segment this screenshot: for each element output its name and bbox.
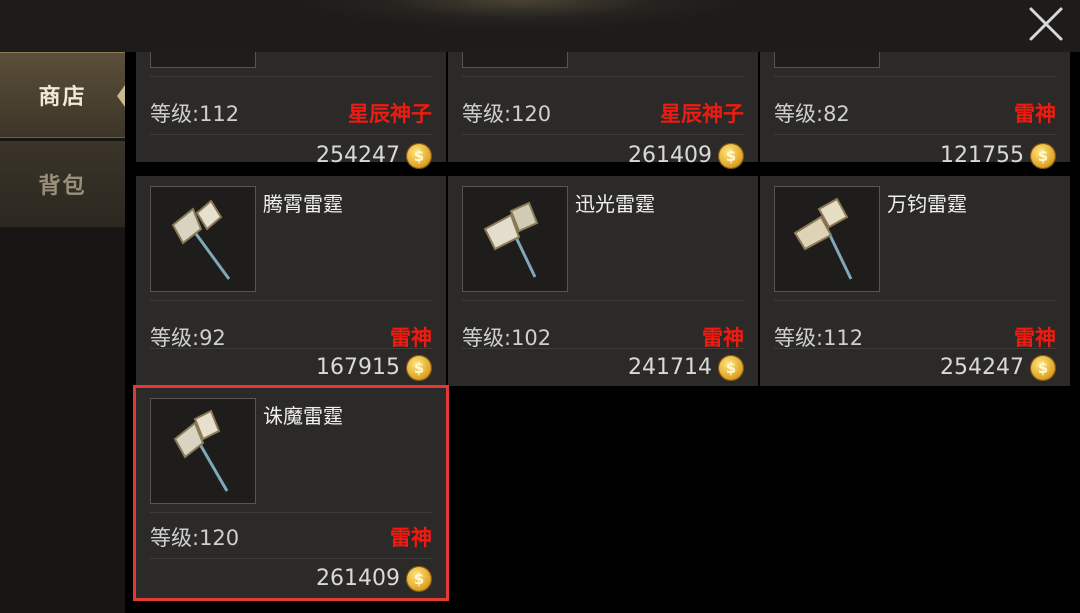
divider	[150, 300, 432, 301]
hammer-weapon-icon	[150, 52, 256, 68]
item-card[interactable]: 迅光雷霆 等级:102 雷神 241714 $	[448, 176, 758, 386]
divider	[462, 300, 744, 301]
item-name: 诛魔雷霆	[263, 404, 343, 428]
active-tab-arrow-icon	[117, 85, 125, 107]
gold-coin-icon: $	[1030, 355, 1056, 381]
shop-window: 商店 背包 等级:112 星辰神子 254247 $ 等级:120 星辰神子 2…	[0, 0, 1080, 613]
divider	[150, 134, 432, 135]
gold-coin-icon: $	[1030, 143, 1056, 169]
divider	[150, 558, 432, 559]
divider	[462, 134, 744, 135]
tab-shop[interactable]: 商店	[0, 52, 125, 138]
hammer-weapon-icon	[150, 186, 256, 292]
item-card[interactable]: 等级:120 星辰神子 261409 $	[448, 52, 758, 169]
item-card[interactable]: 等级:112 星辰神子 254247 $	[136, 52, 446, 169]
item-price: 261409	[316, 566, 400, 591]
item-price: 167915	[316, 355, 400, 380]
gold-coin-icon: $	[406, 143, 432, 169]
hammer-weapon-icon	[774, 186, 880, 292]
item-class-tag: 雷神	[1014, 102, 1056, 126]
divider	[774, 134, 1056, 135]
tab-shop-label: 商店	[38, 85, 87, 110]
top-bar	[0, 0, 1080, 52]
divider	[462, 348, 744, 349]
divider	[774, 348, 1056, 349]
divider	[150, 348, 432, 349]
gold-coin-icon: $	[406, 566, 432, 592]
close-icon[interactable]	[1026, 4, 1066, 44]
item-price: 254247	[940, 355, 1024, 380]
divider	[150, 512, 432, 513]
tab-bag-label: 背包	[38, 174, 87, 199]
item-level: 等级:82	[774, 102, 850, 126]
divider	[774, 76, 1056, 77]
hammer-weapon-icon	[150, 398, 256, 504]
divider	[462, 76, 744, 77]
sidebar: 商店 背包	[0, 52, 125, 613]
divider	[774, 300, 1056, 301]
item-price: 241714	[628, 355, 712, 380]
item-name: 迅光雷霆	[575, 192, 655, 216]
item-card[interactable]: 万钧雷霆 等级:112 雷神 254247 $	[760, 176, 1070, 386]
hammer-weapon-icon	[774, 52, 880, 68]
item-level: 等级:120	[150, 526, 240, 550]
item-class-tag: 雷神	[390, 526, 432, 550]
item-class-tag: 星辰神子	[660, 102, 744, 126]
hammer-weapon-icon	[462, 186, 568, 292]
item-name: 腾霄雷霆	[263, 192, 343, 216]
item-price: 121755	[940, 143, 1024, 168]
item-name: 万钧雷霆	[887, 192, 967, 216]
item-class-tag: 星辰神子	[348, 102, 432, 126]
item-card[interactable]: 腾霄雷霆 等级:92 雷神 167915 $	[136, 176, 446, 386]
item-card[interactable]: 等级:82 雷神 121755 $	[760, 52, 1070, 169]
item-grid[interactable]: 等级:112 星辰神子 254247 $ 等级:120 星辰神子 261409 …	[125, 52, 1080, 613]
gold-coin-icon: $	[718, 355, 744, 381]
gold-coin-icon: $	[718, 143, 744, 169]
item-card-selected[interactable]: 诛魔雷霆 等级:120 雷神 261409 $	[133, 385, 449, 601]
item-level: 等级:120	[462, 102, 552, 126]
gold-coin-icon: $	[406, 355, 432, 381]
item-price: 254247	[316, 143, 400, 168]
divider	[150, 76, 432, 77]
item-level: 等级:112	[150, 102, 240, 126]
tab-bag[interactable]: 背包	[0, 141, 125, 227]
hammer-weapon-icon	[462, 52, 568, 68]
item-price: 261409	[628, 143, 712, 168]
